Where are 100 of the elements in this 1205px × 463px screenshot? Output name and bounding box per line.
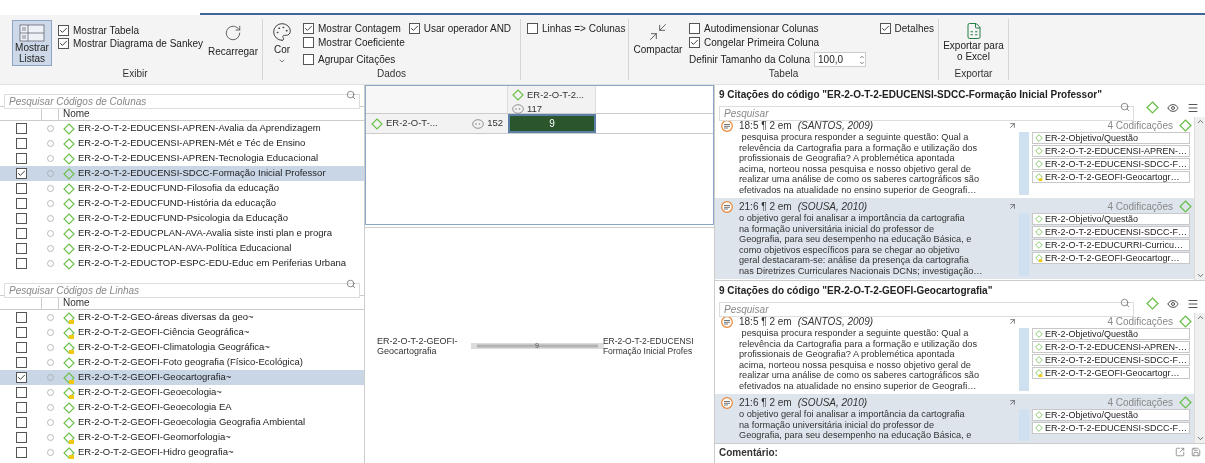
code-row[interactable]: ER-2-O-T-2-GEOFI-Foto geografia (Físico-Ecológica) [0, 355, 364, 370]
code-row[interactable]: ER-2-O-T-2-GEOFI-Geocartografia~ [0, 370, 364, 385]
code-tag[interactable]: ER-2-O-T-2-GEOFI-Geocartogr… [1032, 367, 1190, 379]
checkbox[interactable] [15, 228, 27, 239]
export-excel-button[interactable]: Exportar para o Excel [943, 20, 1004, 68]
code-tag[interactable]: ER-2-Objetivo/Questão [1032, 132, 1190, 144]
code-row[interactable]: ER-2-O-T-2-EDUCFUND-Filosofia da educação [0, 181, 364, 196]
menu-icon[interactable] [1187, 297, 1199, 310]
column-header[interactable]: ER-2-O-T-2... 117 [508, 86, 596, 113]
checkbox[interactable] [689, 23, 700, 34]
code-row[interactable]: ER-2-O-T-2-EDUCPLAN-AVA-Política Educacional [0, 241, 364, 256]
code-row[interactable]: ER-2-O-T-2-EDUCFUND-Psicologia da Educação [0, 211, 364, 226]
search-field[interactable]: Pesquisar Códigos de Colunas [4, 94, 360, 109]
eye-icon[interactable] [1167, 297, 1179, 310]
checkbox[interactable] [15, 447, 27, 458]
reload-button[interactable]: Recarregar [207, 20, 258, 68]
open-arrow-icon[interactable] [1008, 121, 1017, 130]
checkbox[interactable] [303, 37, 314, 48]
eye-icon[interactable] [1167, 101, 1179, 114]
code-tag[interactable]: ER-2-O-T-2-GEOFI-Geocartogr… [1032, 171, 1190, 183]
open-arrow-icon[interactable] [1008, 202, 1017, 211]
checkbox[interactable] [15, 342, 27, 353]
checkbox[interactable] [15, 183, 27, 194]
checkbox[interactable] [15, 123, 27, 134]
menu-icon[interactable] [1187, 101, 1199, 114]
code-tag[interactable]: ER-2-O-T-2-EDUCENSI-APREN-… [1032, 145, 1190, 157]
checkbox[interactable] [15, 138, 27, 149]
table-cell[interactable]: 9 [508, 114, 596, 133]
checkbox[interactable] [15, 327, 27, 338]
checkbox[interactable] [15, 258, 27, 269]
code-tag[interactable]: ER-2-Objetivo/Questão [1032, 328, 1190, 340]
code-tag[interactable]: ER-2-O-T-2-GEOFI-Geocartogr… [1032, 252, 1190, 264]
comment-label: Comentário: [719, 445, 779, 460]
checkbox[interactable] [15, 402, 27, 413]
column-header[interactable]: Nome [59, 107, 90, 120]
code-row[interactable]: ER-2-O-T-2-GEOFI-Geomorfologia~ [0, 430, 364, 445]
quotation[interactable] [715, 394, 1194, 443]
code-row[interactable]: ER-2-O-T-2-GEOFI-Geoecologia EA [0, 400, 364, 415]
column-size-spinner[interactable]: 100,0 [814, 52, 866, 67]
checkbox[interactable] [58, 38, 69, 49]
code-tag[interactable]: ER-2-Objetivo/Questão [1032, 409, 1190, 421]
checkbox[interactable] [15, 372, 27, 383]
checkbox[interactable] [408, 23, 420, 34]
checkbox[interactable] [15, 432, 27, 443]
checkbox[interactable] [15, 198, 27, 209]
checkbox[interactable] [15, 357, 27, 368]
search-field[interactable]: Pesquisar [719, 106, 1134, 121]
compact-button[interactable]: Compactar [633, 20, 683, 68]
row-header[interactable]: ER-2-O-T-... 152 [366, 114, 508, 133]
checkbox[interactable] [15, 417, 27, 428]
code-tag[interactable]: ER-2-Objetivo/Questão [1032, 213, 1190, 225]
scrollbar[interactable] [1194, 117, 1205, 280]
checkbox[interactable] [527, 23, 538, 34]
scroll-down-icon[interactable] [1195, 434, 1205, 443]
column-header[interactable]: Nome [59, 296, 90, 309]
quotation[interactable] [715, 198, 1194, 279]
quotation-text-line: o objetivo geral foi analisar a importância da cartografia [738, 213, 966, 224]
code-row[interactable]: ER-2-O-T-2-GEOFI-Geoecologia Geografia Ambiental [0, 415, 364, 430]
decrement-icon[interactable] [859, 59, 865, 66]
checkbox[interactable] [15, 168, 27, 179]
code-row[interactable]: ER-2-O-T-2-GEOFI-Climatologia Geográfica~ [0, 340, 364, 355]
open-arrow-icon[interactable] [1008, 398, 1017, 407]
scroll-up-icon[interactable] [1195, 313, 1205, 322]
color-button[interactable]: Cor [267, 20, 297, 68]
code-tag[interactable]: ER-2-O-T-2-EDUCENSI-SDCC-F… [1032, 354, 1190, 366]
code-row[interactable]: ER-2-O-T-2-EDUCFUND-História da educação [0, 196, 364, 211]
scrollbar[interactable] [1194, 313, 1205, 443]
code-row[interactable]: ER-2-O-T-2-EDUCENSI-APREN-Tecnologia Educacional [0, 151, 364, 166]
code-tag[interactable]: ER-2-O-T-2-EDUCENSI-APREN-… [1032, 341, 1190, 353]
checkbox[interactable] [689, 37, 700, 48]
search-field[interactable]: Pesquisar Códigos de Linhas [4, 283, 360, 298]
code-row[interactable]: ER-2-O-T-2-GEOFI-Ciência Geográfica~ [0, 325, 364, 340]
checkbox[interactable] [15, 243, 27, 254]
show-lists-button[interactable]: Mostrar Listas [12, 20, 52, 66]
expand-icon[interactable] [1175, 447, 1185, 457]
code-tag[interactable]: ER-2-O-T-2-EDUCENSI-SDCC-F… [1032, 158, 1190, 170]
code-row[interactable]: ER-2-O-T-2-EDUCENSI-SDCC-Formação Inicial Professor [0, 166, 364, 181]
checkbox[interactable] [303, 54, 314, 65]
open-arrow-icon[interactable] [1008, 317, 1017, 326]
code-row[interactable]: ER-2-O-T-2-EDUCPLAN-AVA-Avalia siste insti plan e progra [0, 226, 364, 241]
scroll-up-icon[interactable] [1195, 117, 1205, 126]
checkbox[interactable] [15, 312, 27, 323]
code-tag[interactable]: ER-2-O-T-2-EDUCURRI-Curricu… [1032, 239, 1190, 251]
checkbox[interactable] [15, 387, 27, 398]
code-row[interactable]: ER-2-O-T-2-EDUCENSI-APREN-Avalia da Aprendizagem [0, 121, 364, 136]
search-field[interactable]: Pesquisar [719, 302, 1134, 317]
code-row[interactable]: ER-2-O-T-2-GEOFI-Hidro geografia~ [0, 445, 364, 460]
code-tag[interactable]: ER-2-O-T-2-EDUCENSI-SDCC-F… [1032, 422, 1190, 434]
code-row[interactable]: ER-2-O-T-2-EDUCENSI-APREN-Mét e Téc de Ensino [0, 136, 364, 151]
checkbox[interactable] [15, 153, 27, 164]
increment-icon[interactable] [859, 53, 865, 60]
code-row[interactable]: ER-2-O-T-2-GEO-áreas diversas da geo~ [0, 310, 364, 325]
code-row[interactable]: ER-2-O-T-2-GEOFI-Geoecologia~ [0, 385, 364, 400]
code-row[interactable]: ER-2-O-T-2-EDUCTOP-ESPC-EDU-Educ em Periferias Urbana [0, 256, 364, 271]
code-tag[interactable]: ER-2-O-T-2-EDUCENSI-SDCC-F… [1032, 226, 1190, 238]
scroll-down-icon[interactable] [1195, 271, 1205, 280]
checkbox[interactable] [879, 23, 891, 34]
checkbox[interactable] [15, 213, 27, 224]
checkbox[interactable] [58, 25, 69, 36]
checkbox[interactable] [303, 23, 314, 34]
